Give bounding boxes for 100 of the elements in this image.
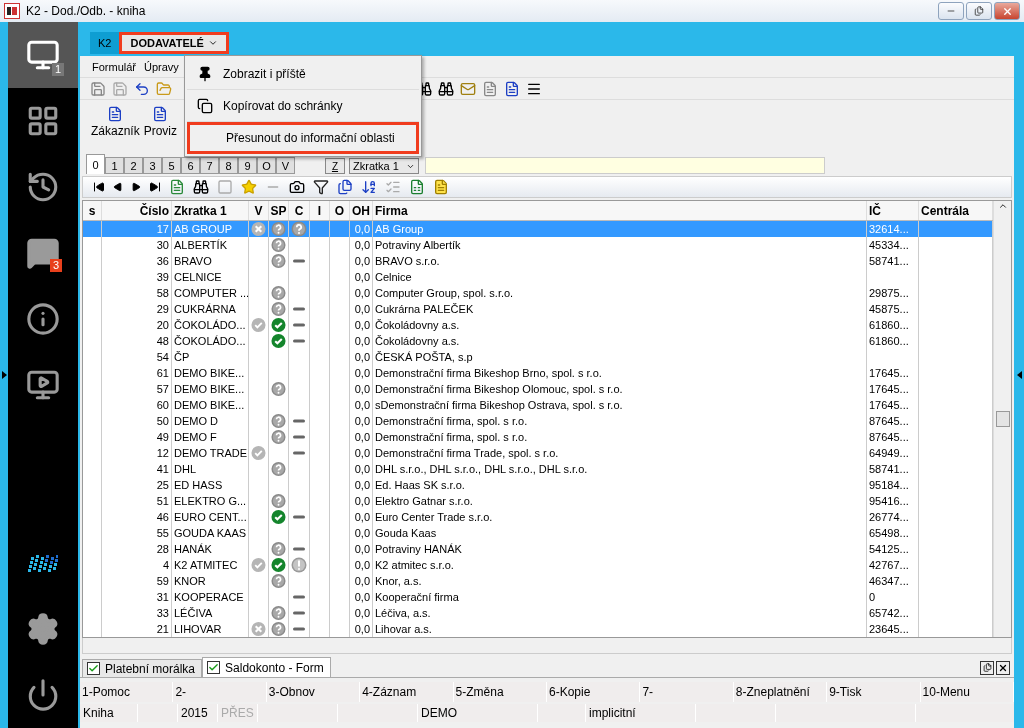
index-tab[interactable]: 3 [143,157,162,174]
status-field: 2015 [178,704,218,722]
column-header[interactable]: Firma [373,201,867,220]
sidebar-item[interactable]: 1 [8,22,78,88]
filter-icon[interactable] [313,179,329,195]
index-tab[interactable]: 2 [124,157,143,174]
function-key[interactable]: 8-Zneplatnění [733,682,828,702]
power-icon[interactable] [26,678,60,712]
column-header[interactable]: I [310,201,330,220]
logo-icon[interactable] [28,553,58,573]
function-key[interactable]: 6-Kopie [547,682,641,702]
last-icon[interactable] [149,181,161,193]
monitor-icon[interactable] [26,38,60,72]
column-header[interactable]: C [289,201,310,220]
document-icon[interactable] [482,80,498,97]
form-tab[interactable]: DODAVATELÉ [119,32,229,54]
mail-icon[interactable] [460,80,476,97]
save-icon[interactable] [90,80,106,97]
camera-icon[interactable] [289,179,305,195]
function-key[interactable]: 7- [640,682,734,702]
export-icon[interactable] [337,179,353,195]
function-key[interactable]: 4-Záznam [360,682,454,702]
scrollbar[interactable] [993,201,1011,637]
table-cell: 17645... [869,383,909,395]
scroll-up-icon[interactable] [997,201,1008,211]
star-icon[interactable] [241,179,257,195]
toolbar-button[interactable]: Zákazník [90,106,141,138]
sidebar-item[interactable]: 3 [8,220,78,286]
grid-icon[interactable] [26,104,60,138]
column-header[interactable]: Číslo [102,201,172,220]
first-icon[interactable] [93,181,105,193]
scrollbar-thumb[interactable] [996,411,1010,427]
count-badge: 3 [49,259,62,272]
checkbox[interactable] [207,661,221,674]
panel-tab[interactable]: Platební morálka [82,659,203,677]
function-key[interactable]: 3-Obnov [266,682,361,702]
previous-icon[interactable] [113,182,123,192]
table-cell: 45875... [869,303,909,315]
index-tab[interactable]: V [276,157,295,174]
panel-tab[interactable]: Saldokonto - Form [202,657,331,677]
spreadsheet-icon[interactable] [409,179,425,195]
menu-item[interactable]: Kopírovat do schránky [187,90,419,122]
tab-label: Saldokonto - Form [225,660,324,675]
menu-item[interactable]: Zobrazit i příště [187,58,419,90]
index-tab[interactable]: 8 [219,157,238,174]
table-cell: 29875... [869,287,909,299]
table-cell: 42767... [869,559,909,571]
sort-dropdown[interactable]: Zkratka 1 [349,158,419,174]
table-cell: LIHOVAR [172,621,249,637]
column-header[interactable]: O [330,201,350,220]
sort-icon[interactable] [361,179,377,195]
index-tab[interactable]: 5 [162,157,181,174]
search-field[interactable] [425,157,825,174]
form-tab[interactable]: K2 [90,32,120,54]
column-header[interactable]: V [249,201,269,220]
close-button[interactable] [996,660,1010,675]
status-field: Kniha [80,704,138,722]
chat-icon[interactable] [26,236,60,270]
function-key[interactable]: 5-Změna [453,682,547,702]
index-tab[interactable]: 7 [200,157,219,174]
info-icon[interactable] [26,302,60,336]
binoculars-icon[interactable] [193,179,209,195]
function-key[interactable]: 1-Pomoc [80,682,174,702]
column-header[interactable]: OH [350,201,373,220]
column-header[interactable]: SP [269,201,289,220]
checkbox[interactable] [87,662,100,675]
toolbar-button[interactable]: Proviz [142,106,179,138]
sort-button[interactable]: Z [325,158,345,174]
index-tab[interactable]: 0 [86,154,105,174]
table-cell: 46347... [869,575,909,587]
window-title: K2 - Dod./Odb. - kniha [26,4,147,18]
tab-label: Platební morálka [105,661,196,676]
close-icon [1001,5,1013,17]
column-header[interactable]: Zkratka 1 [172,201,249,220]
column-header[interactable]: IČ [867,201,919,220]
next-icon[interactable] [131,182,141,192]
table-cell: 65498... [869,527,909,539]
undo-icon[interactable] [134,80,150,97]
table-cell: 26774... [869,511,909,523]
settings-icon[interactable] [26,612,60,646]
menu-item[interactable]: Přesunout do informační oblasti [187,122,419,154]
expand-arrow-icon[interactable] [1,371,7,379]
index-tab[interactable]: O [257,157,276,174]
menu-item[interactable]: Úpravy [144,60,179,73]
column-header[interactable]: s [83,201,102,220]
menu-item[interactable]: Formulář [92,60,136,73]
function-key[interactable]: 2- [173,682,267,702]
table-cell: 58741... [869,463,909,475]
index-tab[interactable]: 6 [181,157,200,174]
collapse-arrow-icon[interactable] [1016,371,1022,379]
media-icon[interactable] [26,368,60,402]
index-tab[interactable]: 1 [105,157,124,174]
binoculars-icon[interactable] [438,80,454,97]
index-tab[interactable]: 9 [238,157,257,174]
history-icon[interactable] [26,170,60,204]
function-key[interactable]: 9-Tisk [827,682,921,702]
table-cell: 17645... [869,367,909,379]
table-cell: 95416... [869,495,909,507]
function-key[interactable]: 10-Menu [920,682,1014,702]
restore-button[interactable] [980,660,994,675]
